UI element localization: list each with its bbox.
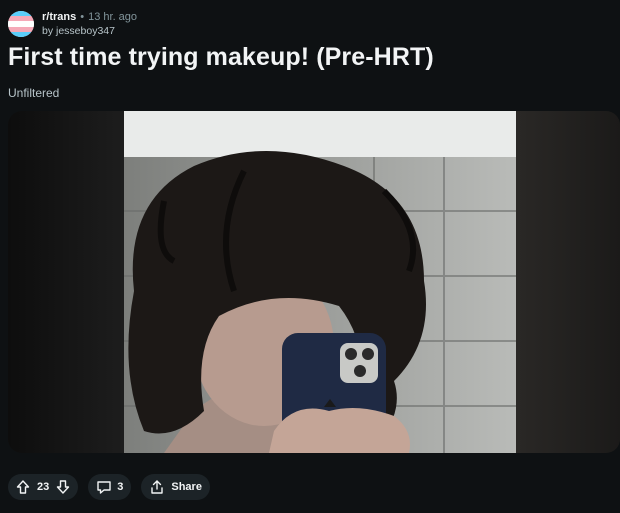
media-blur-right	[516, 111, 620, 453]
subreddit-avatar[interactable]	[8, 11, 34, 37]
post-header: r/trans • 13 hr. ago by jesseboy347	[8, 8, 137, 40]
comments-button[interactable]: 3	[88, 474, 132, 500]
post-flair[interactable]: Unfiltered	[8, 86, 59, 100]
subreddit-link[interactable]: r/trans	[42, 10, 76, 24]
post-actions: 23 3 Share	[8, 474, 210, 500]
post-meta: r/trans • 13 hr. ago by jesseboy347	[42, 10, 137, 38]
media-blur-left	[8, 111, 124, 453]
post-time: 13 hr. ago	[88, 11, 138, 23]
author-link[interactable]: by jesseboy347	[42, 24, 137, 38]
arrow-down-icon[interactable]	[56, 480, 70, 494]
vote-count: 23	[37, 481, 50, 493]
mirror-selfie-illustration	[124, 111, 516, 453]
arrow-up-icon[interactable]	[16, 480, 30, 494]
meta-separator: •	[80, 11, 85, 23]
post-media[interactable]	[8, 111, 620, 453]
vote-bar: 23	[8, 474, 79, 500]
post-image[interactable]	[124, 111, 516, 453]
share-icon	[149, 479, 165, 495]
comment-bubble-icon	[96, 479, 112, 495]
post-title[interactable]: First time trying makeup! (Pre-HRT)	[8, 40, 434, 74]
comment-count: 3	[117, 481, 124, 493]
share-label: Share	[171, 481, 202, 493]
share-button[interactable]: Share	[141, 474, 210, 500]
